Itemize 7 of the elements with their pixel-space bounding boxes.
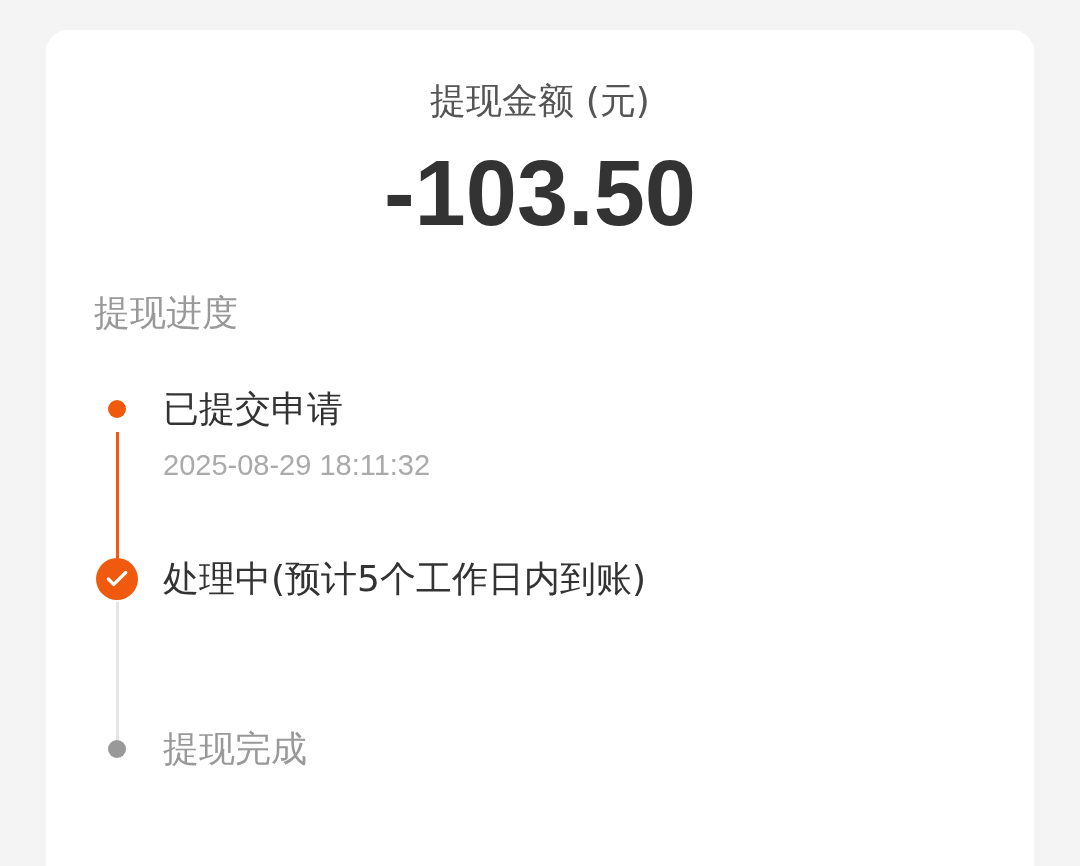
step-title: 处理中(预计5个工作日内到账) [163, 557, 646, 601]
amount-value: -103.50 [384, 141, 696, 246]
section-title: 提现进度 [94, 291, 238, 335]
step-time: 2025-08-29 18:11:32 [163, 448, 431, 483]
step-title: 提现完成 [163, 727, 307, 771]
amount-label: 提现金额 (元) [430, 79, 650, 123]
step-title: 已提交申请 [163, 387, 343, 431]
